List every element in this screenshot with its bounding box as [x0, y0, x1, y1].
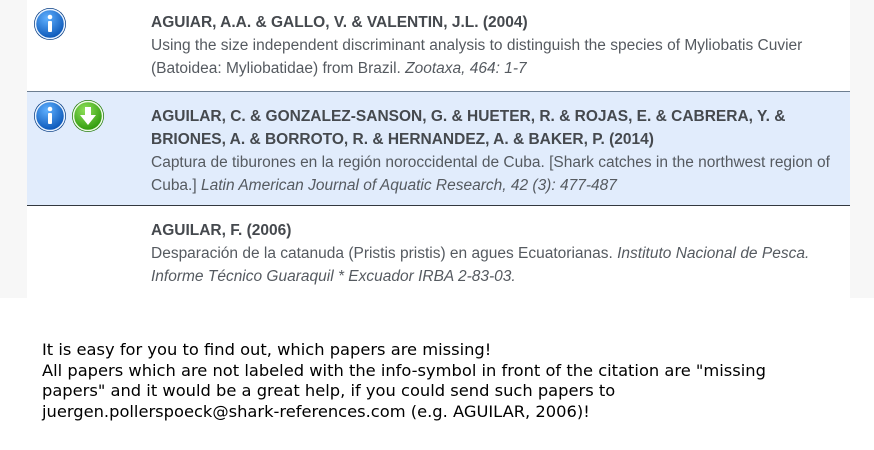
- citation-text: AGUILAR, C. & GONZALEZ-SANSON, G. & HUET…: [151, 105, 850, 197]
- note-line: juergen.pollerspoeck@shark-references.co…: [42, 401, 590, 421]
- info-icon[interactable]: [33, 7, 67, 41]
- citation-entry-highlighted: AGUILAR, C. & GONZALEZ-SANSON, G. & HUET…: [27, 91, 850, 206]
- citation-text: AGUIAR, A.A. & GALLO, V. & VALENTIN, J.L…: [151, 11, 850, 80]
- citation-journal: Zootaxa, 464: 1-7: [405, 60, 527, 77]
- citation-authors: AGUILAR, F. (2006): [151, 222, 292, 239]
- results-panel: AGUIAR, A.A. & GALLO, V. & VALENTIN, J.L…: [0, 0, 874, 298]
- citation-journal: Latin American Journal of Aquatic Resear…: [200, 177, 617, 194]
- note-line: papers" and it would be a great help, if…: [42, 381, 616, 400]
- citation-title: Desparación de la catanuda (Pristis pris…: [151, 245, 618, 262]
- download-icon[interactable]: [71, 99, 105, 133]
- citation-entry: AGUIAR, A.A. & GALLO, V. & VALENTIN, J.L…: [27, 0, 850, 90]
- citation-text: AGUILAR, F. (2006) Desparación de la cat…: [151, 219, 850, 288]
- missing-papers-note: It is easy for you to find out, which pa…: [42, 340, 862, 422]
- info-icon[interactable]: [33, 99, 67, 133]
- citation-authors: AGUILAR, C. & GONZALEZ-SANSON, G. & HUET…: [151, 108, 786, 148]
- citation-entry: AGUILAR, F. (2006) Desparación de la cat…: [27, 207, 850, 298]
- citation-authors: AGUIAR, A.A. & GALLO, V. & VALENTIN, J.L…: [151, 14, 528, 31]
- note-line: All papers which are not labeled with th…: [42, 360, 766, 380]
- citation-list: AGUIAR, A.A. & GALLO, V. & VALENTIN, J.L…: [27, 0, 850, 298]
- note-line: It is easy for you to find out, which pa…: [42, 340, 492, 359]
